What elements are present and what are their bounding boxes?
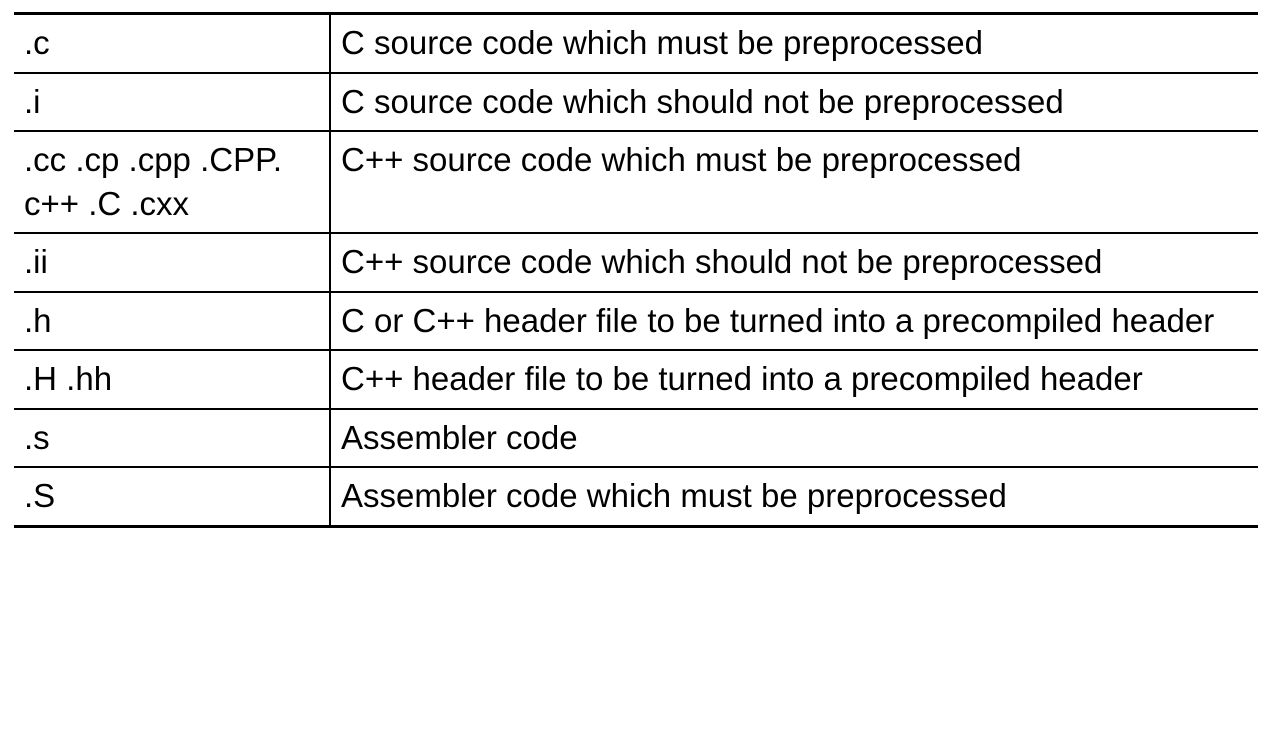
file-extension-table: .c C source code which must be preproces… (14, 12, 1258, 528)
table-row: .h C or C++ header file to be turned int… (14, 292, 1258, 351)
table-row: .H .hh C++ header file to be turned into… (14, 350, 1258, 409)
extension-cell: .c (14, 14, 330, 73)
table-row: .i C source code which should not be pre… (14, 73, 1258, 132)
table-row: .c C source code which must be preproces… (14, 14, 1258, 73)
extension-cell: .S (14, 467, 330, 526)
extension-cell: .i (14, 73, 330, 132)
description-cell: C source code which must be preprocessed (330, 14, 1258, 73)
extension-cell: .ii (14, 233, 330, 292)
table-row: .ii C++ source code which should not be … (14, 233, 1258, 292)
description-cell: Assembler code (330, 409, 1258, 468)
extension-cell: .cc .cp .cpp .CPP. c++ .C .cxx (14, 131, 330, 233)
description-cell: Assembler code which must be preprocesse… (330, 467, 1258, 526)
description-cell: C++ header file to be turned into a prec… (330, 350, 1258, 409)
extension-cell: .h (14, 292, 330, 351)
table-row: .cc .cp .cpp .CPP. c++ .C .cxx C++ sourc… (14, 131, 1258, 233)
description-cell: C++ source code which should not be prep… (330, 233, 1258, 292)
extension-cell: .s (14, 409, 330, 468)
extension-cell: .H .hh (14, 350, 330, 409)
description-cell: C or C++ header file to be turned into a… (330, 292, 1258, 351)
table-row: .S Assembler code which must be preproce… (14, 467, 1258, 526)
description-cell: C source code which should not be prepro… (330, 73, 1258, 132)
description-cell: C++ source code which must be preprocess… (330, 131, 1258, 233)
table-row: .s Assembler code (14, 409, 1258, 468)
